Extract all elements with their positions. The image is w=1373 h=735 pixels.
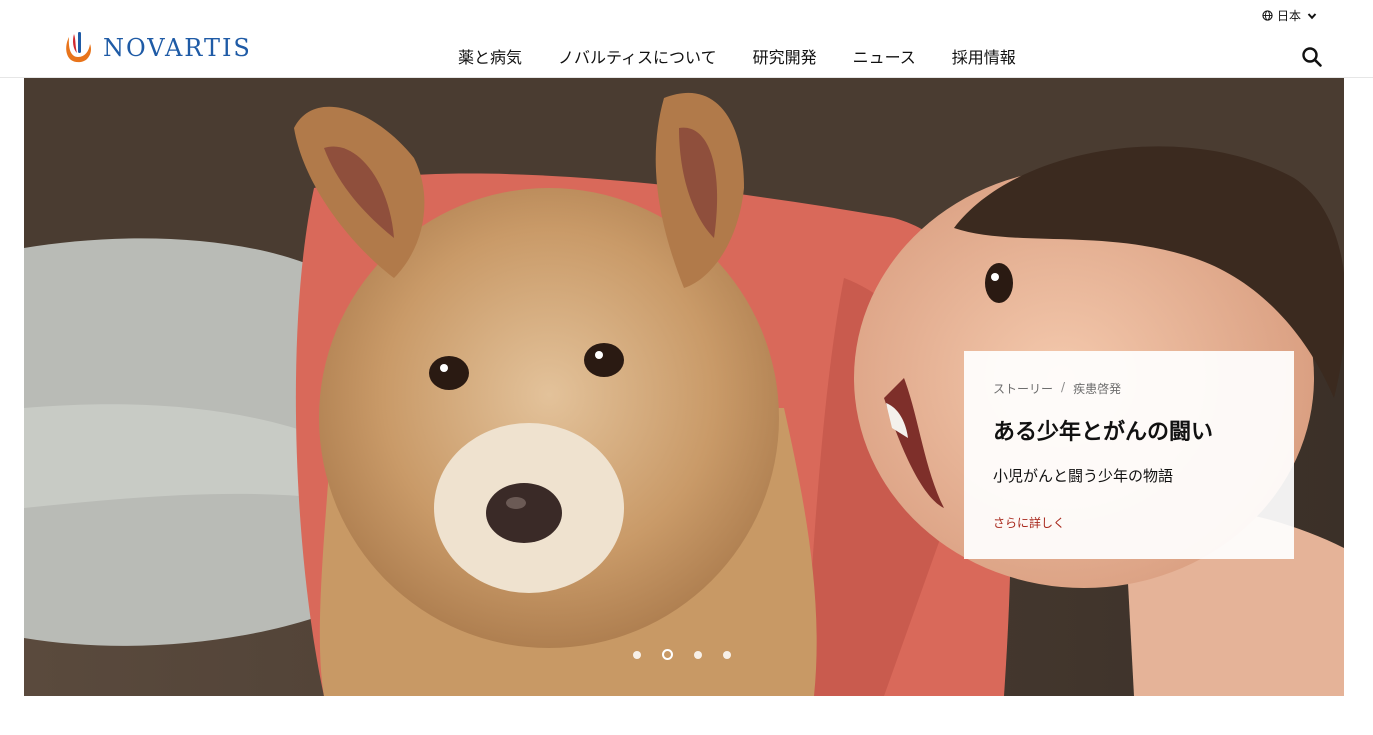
breadcrumb-stories[interactable]: ストーリー bbox=[993, 380, 1053, 397]
carousel-dot-2-active[interactable] bbox=[662, 649, 673, 660]
chevron-down-icon bbox=[1307, 12, 1317, 19]
breadcrumb: ストーリー / 疾患啓発 bbox=[993, 380, 1265, 397]
search-icon[interactable] bbox=[1301, 46, 1323, 68]
site-header: 日本 NOVARTIS 薬と病気 ノバルティスについて 研究開発 ニュース 採用… bbox=[0, 0, 1373, 78]
language-label: 日本 bbox=[1276, 9, 1301, 23]
brand-wordmark: NOVARTIS bbox=[103, 34, 252, 62]
nav-item-research[interactable]: 研究開発 bbox=[735, 44, 835, 72]
main-navigation: 薬と病気 ノバルティスについて 研究開発 ニュース 採用情報 bbox=[440, 44, 1034, 72]
language-selector[interactable]: 日本 bbox=[1262, 7, 1317, 24]
carousel-dot-1[interactable] bbox=[633, 650, 641, 659]
globe-icon bbox=[1262, 10, 1273, 21]
hero-carousel: ストーリー / 疾患啓発 ある少年とがんの闘い 小児がんと闘う少年の物語 さらに… bbox=[24, 78, 1344, 696]
nav-item-news[interactable]: ニュース bbox=[835, 44, 934, 72]
carousel-dot-4[interactable] bbox=[723, 650, 731, 659]
learn-more-link[interactable]: さらに詳しく bbox=[993, 514, 1065, 531]
carousel-dot-3[interactable] bbox=[694, 650, 702, 659]
novartis-logo[interactable]: NOVARTIS bbox=[63, 31, 252, 65]
breadcrumb-separator: / bbox=[1061, 380, 1066, 394]
carousel-indicators bbox=[633, 649, 731, 660]
nav-item-careers[interactable]: 採用情報 bbox=[934, 44, 1034, 72]
breadcrumb-disease-awareness[interactable]: 疾患啓発 bbox=[1073, 380, 1121, 397]
flame-logo-icon bbox=[66, 32, 91, 63]
story-card: ストーリー / 疾患啓発 ある少年とがんの闘い 小児がんと闘う少年の物語 さらに… bbox=[964, 351, 1294, 559]
story-title: ある少年とがんの闘い bbox=[993, 420, 1214, 445]
nav-item-about[interactable]: ノバルティスについて bbox=[540, 44, 735, 72]
nav-item-medicines[interactable]: 薬と病気 bbox=[440, 44, 540, 72]
story-subtitle: 小児がんと闘う少年の物語 bbox=[993, 467, 1174, 485]
